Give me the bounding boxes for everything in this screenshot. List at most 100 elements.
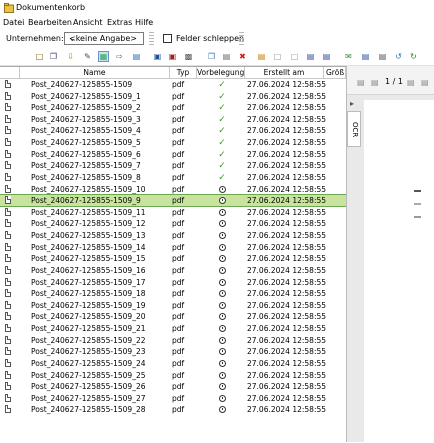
archive-icon[interactable]: ▤ xyxy=(321,51,332,62)
link-icon[interactable]: □ xyxy=(289,51,300,62)
table-row[interactable]: Post_240627-125855-1509_23 pdf 27.06.2024 … xyxy=(0,346,346,357)
table-row[interactable]: Post_240627-125855-1509_21 pdf 27.06.2024 … xyxy=(0,323,346,334)
edit-icon[interactable]: ✎ xyxy=(82,51,93,62)
grid-header: Name Typ Vorbelegung Erstellt am Größ xyxy=(0,67,346,79)
rotate-right-icon[interactable]: ↻ xyxy=(408,51,419,62)
table-row[interactable]: Post_240627-125855-1509_26 pdf 27.06.2024 … xyxy=(0,381,346,392)
table-row[interactable]: Post_240627-125855-1509_10 pdf 27.06.2024 … xyxy=(0,184,346,195)
table-row[interactable]: Post_240627-125855-1509_15 pdf 27.06.2024 … xyxy=(0,253,346,264)
rotate-left-icon[interactable]: ↺ xyxy=(393,51,404,62)
document-name: Post_240627-125855-1509_8 xyxy=(31,172,141,182)
table-row[interactable]: Post_240627-125855-1509_20 pdf 27.06.2024 … xyxy=(0,311,346,322)
table-row[interactable]: Post_240627-125855-1509_14 pdf 27.06.2024 … xyxy=(0,242,346,253)
menu-datei[interactable]: Datei xyxy=(3,18,24,27)
scan-icon[interactable]: ▦ xyxy=(98,51,109,62)
clock-icon xyxy=(216,218,228,229)
save-as-icon[interactable]: ▣ xyxy=(167,51,178,62)
table-row[interactable]: Post_240627-125855-1509_17 pdf 27.06.2024 … xyxy=(0,277,346,288)
menu-ansicht[interactable]: Ansicht xyxy=(73,18,103,27)
folder-icon[interactable]: ▤ xyxy=(360,51,371,62)
table-row[interactable]: Post_240627-125855-1509_25 pdf 27.06.2024 … xyxy=(0,370,346,381)
created-date: 27.06.2024 12:58:55 xyxy=(247,126,327,136)
document-type: pdf xyxy=(172,265,185,275)
document-type: pdf xyxy=(172,219,185,229)
clock-icon xyxy=(216,277,228,288)
document-type: pdf xyxy=(172,126,185,136)
last-page-icon[interactable]: ▤ xyxy=(421,78,429,87)
print-icon[interactable]: ▩ xyxy=(183,51,194,62)
arrow-down-icon[interactable]: ⇩ xyxy=(65,51,76,62)
table-row[interactable]: Post_240627-125855-1509_12 pdf 27.06.2024 … xyxy=(0,218,346,229)
delete-icon[interactable]: ✖ xyxy=(237,51,248,62)
created-date: 27.06.2024 12:58:55 xyxy=(247,382,327,392)
created-date: 27.06.2024 12:58:55 xyxy=(247,103,327,113)
header-name[interactable]: Name xyxy=(20,67,170,78)
created-date: 27.06.2024 12:58:55 xyxy=(247,254,327,264)
table-row[interactable]: Post_240627-125855-1509_19 pdf 27.06.2024 … xyxy=(0,300,346,311)
table-row[interactable]: Post_240627-125855-1509_3 pdf ✓ 27.06.2024 … xyxy=(0,114,346,125)
clock-icon xyxy=(216,393,228,404)
preview-pane: ▤ ▤ 1 / 1 ▤ ▤ ▸ OCR xyxy=(346,66,434,442)
company-select[interactable]: <keine Angabe> ⌄ xyxy=(64,32,144,45)
table-row[interactable]: Post_240627-125855-1509_27 pdf 27.06.2024 … xyxy=(0,393,346,404)
move-icon[interactable]: ⇨ xyxy=(114,51,125,62)
pages-icon[interactable]: ❐ xyxy=(206,51,217,62)
copy-icon[interactable]: ❐ xyxy=(48,51,59,62)
table-row[interactable]: Post_240627-125855-1509_1 pdf ✓ 27.06.2024 … xyxy=(0,91,346,102)
file-icon xyxy=(5,114,11,123)
first-page-icon[interactable]: ▤ xyxy=(357,78,365,87)
header-preassigned[interactable]: Vorbelegung xyxy=(197,67,245,78)
table-row[interactable]: Post_240627-125855-1509_8 pdf ✓ 27.06.2024 … xyxy=(0,172,346,183)
table-row[interactable]: Post_240627-125855-1509_24 pdf 27.06.2024 … xyxy=(0,358,346,369)
menu-extras[interactable]: Extras xyxy=(107,18,132,27)
table-row[interactable]: Post_240627-125855-1509_9 pdf 27.06.2024 1… xyxy=(0,194,347,208)
document-name: Post_240627-125855-1509_27 xyxy=(31,393,146,403)
open-icon[interactable]: ▤ xyxy=(377,51,388,62)
toolbar-grip-icon[interactable] xyxy=(149,32,154,46)
ocr-tab[interactable]: OCR xyxy=(347,111,361,147)
table-row[interactable]: Post_240627-125855-1509 pdf ✓ 27.06.2024 12… xyxy=(0,79,346,90)
checkmark-icon: ✓ xyxy=(218,138,226,149)
prev-page-icon[interactable]: ▤ xyxy=(371,78,379,87)
export-icon[interactable]: ▤ xyxy=(305,51,316,62)
table-row[interactable]: Post_240627-125855-1509_7 pdf ✓ 27.06.2024 … xyxy=(0,160,346,171)
mail-icon[interactable]: ✉ xyxy=(343,51,354,62)
expand-arrow-icon[interactable]: ▸ xyxy=(350,99,354,108)
file-icon xyxy=(5,347,11,356)
menu-hilfe[interactable]: Hilfe xyxy=(135,18,153,27)
document-name: Post_240627-125855-1509_15 xyxy=(31,254,146,264)
created-date: 27.06.2024 12:58:55 xyxy=(247,91,327,101)
file-icon xyxy=(5,405,11,414)
table-row[interactable]: Post_240627-125855-1509_4 pdf ✓ 27.06.2024 … xyxy=(0,125,346,136)
document-type: pdf xyxy=(172,370,185,380)
table-row[interactable]: Post_240627-125855-1509_2 pdf ✓ 27.06.2024 … xyxy=(0,102,346,113)
table-row[interactable]: Post_240627-125855-1509_6 pdf ✓ 27.06.2024 … xyxy=(0,149,346,160)
table-row[interactable]: Post_240627-125855-1509_18 pdf 27.06.2024 … xyxy=(0,288,346,299)
menu-bearbeiten[interactable]: Bearbeiten xyxy=(28,18,72,27)
drag-fields-checkbox[interactable] xyxy=(163,34,172,43)
new-document-icon[interactable]: □ xyxy=(34,51,45,62)
document-preview-page xyxy=(364,100,434,442)
header-type[interactable]: Typ xyxy=(170,67,197,78)
document-icon[interactable]: ▤ xyxy=(131,51,142,62)
table-row[interactable]: Post_240627-125855-1509_16 pdf 27.06.2024 … xyxy=(0,265,346,276)
header-size[interactable]: Größ xyxy=(324,67,346,78)
table-row[interactable]: Post_240627-125855-1509_22 pdf 27.06.2024 … xyxy=(0,335,346,346)
menu-bar: Datei Bearbeiten Ansicht Extras Hilfe xyxy=(0,16,434,30)
next-page-icon[interactable]: ▤ xyxy=(407,78,415,87)
table-row[interactable]: Post_240627-125855-1509_28 pdf 27.06.2024 … xyxy=(0,404,346,415)
clock-icon xyxy=(216,346,228,357)
file-icon xyxy=(5,91,11,100)
attach-icon[interactable]: □ xyxy=(272,51,283,62)
table-row[interactable]: Post_240627-125855-1509_13 pdf 27.06.2024 … xyxy=(0,230,346,241)
clock-icon xyxy=(216,253,228,264)
header-created[interactable]: Erstellt am xyxy=(245,67,324,78)
save-icon[interactable]: ▣ xyxy=(152,51,163,62)
table-row[interactable]: Post_240627-125855-1509_5 pdf ✓ 27.06.2024 … xyxy=(0,137,346,148)
document-type: pdf xyxy=(172,242,185,252)
toolbar-grip-icon[interactable] xyxy=(239,32,244,46)
table-row[interactable]: Post_240627-125855-1509_11 pdf 27.06.2024 … xyxy=(0,207,346,218)
paste-icon[interactable]: ▤ xyxy=(221,51,232,62)
import-icon[interactable]: ▤ xyxy=(256,51,267,62)
document-type: pdf xyxy=(172,80,185,89)
